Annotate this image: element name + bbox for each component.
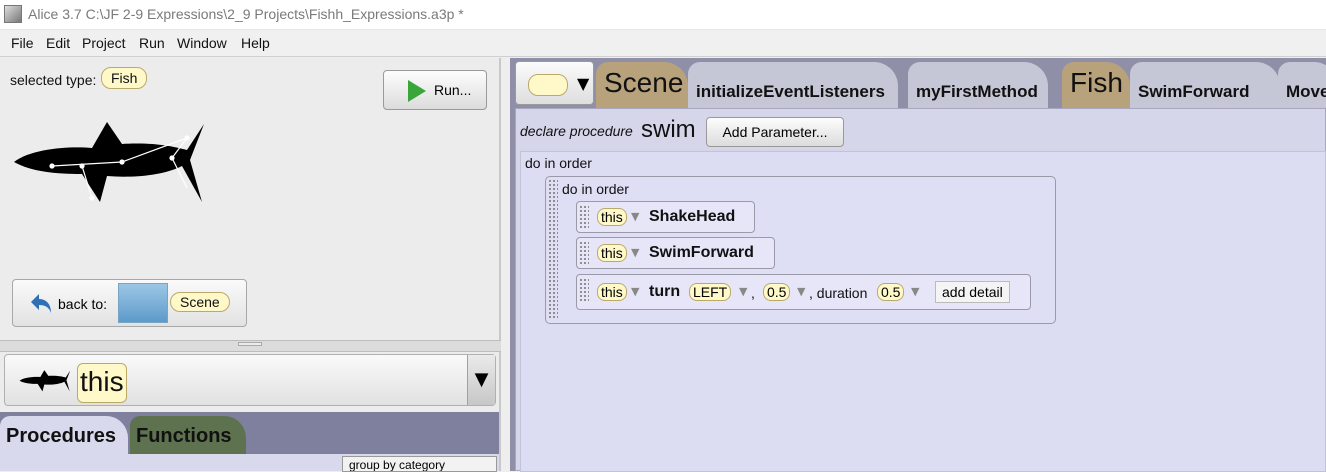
- chevron-down-icon[interactable]: ▼: [739, 285, 747, 298]
- code-editor-panel: ▼ Scene initializeEventListeners myFirst…: [510, 58, 1326, 472]
- direction-argument[interactable]: LEFT: [689, 283, 732, 301]
- tab-scene[interactable]: Scene: [596, 62, 688, 110]
- members-panel: this ▼ Procedures Functions group by cat…: [0, 352, 501, 472]
- menu-edit[interactable]: Edit: [46, 35, 70, 51]
- scene-thumbnail: [118, 283, 168, 323]
- type-selector-button[interactable]: ▼: [515, 61, 594, 105]
- tab-swim-forward[interactable]: SwimForward: [1130, 62, 1280, 110]
- menu-bar: File Edit Project Run Window Help: [0, 30, 1326, 57]
- selected-type-label: selected type:: [10, 72, 97, 88]
- splitter-grip[interactable]: [238, 342, 262, 346]
- duration-label: , duration: [809, 285, 868, 301]
- duration-argument[interactable]: 0.5: [877, 283, 905, 301]
- statement-swim-forward[interactable]: this ▼ SwimForward: [576, 237, 775, 269]
- chevron-down-icon[interactable]: ▼: [911, 285, 919, 298]
- title-bar: Alice 3.7 C:\JF 2-9 Expressions\2_9 Proj…: [0, 0, 1326, 30]
- back-arrow-icon: [31, 294, 51, 313]
- chevron-down-icon[interactable]: ▼: [631, 246, 639, 259]
- statement-drag-handle[interactable]: [579, 241, 589, 265]
- chevron-down-icon[interactable]: ▼: [631, 210, 639, 223]
- statement-target[interactable]: this: [597, 283, 627, 301]
- statement-shake-head[interactable]: this ▼ ShakeHead: [576, 201, 755, 233]
- statement-method: turn: [649, 283, 681, 300]
- group-by-select[interactable]: group by category: [342, 456, 497, 472]
- selected-type-pill[interactable]: Fish: [101, 67, 148, 89]
- menu-window[interactable]: Window: [177, 35, 227, 51]
- shark-mini-icon: [19, 370, 71, 392]
- inner-do-in-order-label: do in order: [562, 181, 629, 197]
- tab-initialize-event-listeners[interactable]: initializeEventListeners: [688, 62, 898, 110]
- outer-do-in-order-label: do in order: [525, 155, 592, 171]
- type-preview-panel: selected type: Fish Run... back to: Scen…: [0, 58, 501, 340]
- block-drag-handle[interactable]: [548, 179, 558, 319]
- tab-fish[interactable]: Fish: [1062, 62, 1130, 110]
- argument-separator: ,: [751, 285, 755, 301]
- instance-dropdown-arrow[interactable]: ▼: [467, 355, 495, 405]
- amount-argument[interactable]: 0.5: [763, 283, 791, 301]
- statement-method: ShakeHead: [649, 208, 736, 225]
- menu-help[interactable]: Help: [241, 35, 270, 51]
- tab-move[interactable]: Move: [1278, 62, 1326, 110]
- declare-procedure-label: declare procedure: [520, 123, 633, 139]
- menu-file[interactable]: File: [11, 35, 34, 51]
- chevron-down-icon: ▼: [577, 74, 590, 93]
- statement-target[interactable]: this: [597, 244, 627, 262]
- procedures-tab-content: group by category: [0, 454, 499, 472]
- statement-target[interactable]: this: [597, 208, 627, 226]
- run-button[interactable]: Run...: [383, 70, 487, 110]
- play-icon: [408, 80, 426, 102]
- tab-procedures[interactable]: Procedures: [0, 416, 128, 454]
- procedure-body[interactable]: do in order do in order this ▼ ShakeHead…: [520, 151, 1326, 472]
- instance-selector[interactable]: this ▼: [4, 354, 496, 406]
- back-to-label: back to:: [58, 296, 108, 312]
- procedure-editor: declare procedure swim Add Parameter... …: [515, 108, 1326, 472]
- chevron-down-icon[interactable]: ▼: [797, 285, 805, 298]
- procedure-name: swim: [641, 116, 696, 143]
- window-title: Alice 3.7 C:\JF 2-9 Expressions\2_9 Proj…: [28, 6, 464, 22]
- back-to-scene-button[interactable]: back to: Scene: [12, 279, 247, 327]
- tab-my-first-method[interactable]: myFirstMethod: [908, 62, 1048, 110]
- add-parameter-button[interactable]: Add Parameter...: [706, 117, 844, 147]
- add-detail-button[interactable]: add detail: [935, 281, 1010, 303]
- statement-drag-handle[interactable]: [579, 205, 589, 229]
- instance-this-pill: this: [77, 363, 127, 403]
- panel-splitter[interactable]: [0, 340, 501, 352]
- tab-functions[interactable]: Functions: [130, 416, 246, 454]
- shark-preview-icon: [14, 122, 204, 202]
- do-in-order-block[interactable]: do in order this ▼ ShakeHead this ▼ Swim…: [545, 176, 1056, 324]
- members-tab-strip: Procedures Functions group by category: [0, 412, 499, 472]
- statement-drag-handle[interactable]: [579, 278, 589, 302]
- statement-method: SwimForward: [649, 244, 754, 261]
- menu-project[interactable]: Project: [82, 35, 126, 51]
- type-pill-icon: [528, 74, 568, 96]
- alice-app-icon: [4, 5, 22, 23]
- run-button-label: Run...: [434, 82, 472, 98]
- chevron-down-icon[interactable]: ▼: [631, 285, 639, 298]
- menu-run[interactable]: Run: [139, 35, 165, 51]
- statement-turn[interactable]: this ▼ turn LEFT ▼ , 0.5 ▼ , duration 0.…: [576, 274, 1031, 310]
- back-to-scene-pill: Scene: [170, 292, 230, 312]
